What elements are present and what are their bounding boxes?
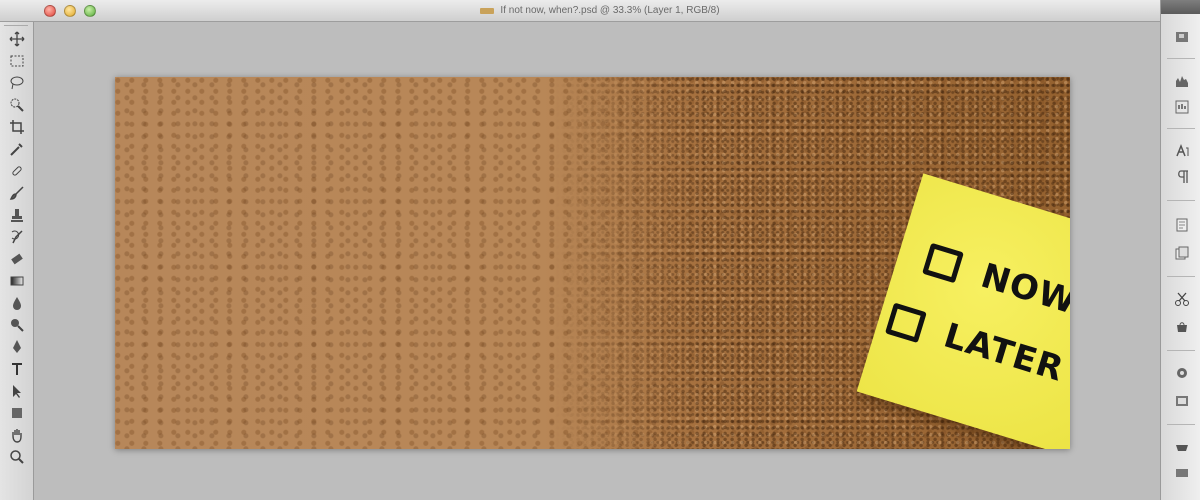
dock-separator [1167,424,1195,425]
document-title-group: If not now, when?.psd @ 33.3% (Layer 1, … [480,5,720,16]
histogram-panel-icon[interactable] [1173,72,1191,90]
clone-stamp-tool-icon[interactable] [7,206,27,224]
masks-panel-icon[interactable] [1173,438,1191,456]
dock-separator [1167,200,1195,201]
gradient-tool-icon[interactable] [7,272,27,290]
pen-tool-icon[interactable] [7,338,27,356]
move-tool-icon[interactable] [7,30,27,48]
tools-panel-grip[interactable] [4,22,28,26]
panel-dock-header[interactable] [1161,0,1200,14]
document-icon [480,7,495,14]
healing-brush-tool-icon[interactable] [7,162,27,180]
checkbox-drawing-icon [922,242,964,284]
document-title: If not now, when?.psd @ 33.3% (Layer 1, … [500,5,720,16]
dock-separator [1167,276,1195,277]
hand-tool-icon[interactable] [7,426,27,444]
history-brush-tool-icon[interactable] [7,228,27,246]
panel-dock [1160,0,1200,500]
document-canvas[interactable]: NOW LATER [115,77,1070,449]
dock-separator [1167,128,1195,129]
tools-presets-icon[interactable] [1173,290,1191,308]
type-tool-icon[interactable] [7,360,27,378]
channels-panel-icon[interactable] [1173,244,1191,262]
path-select-tool-icon[interactable] [7,382,27,400]
navigator-panel-icon[interactable] [1173,28,1191,46]
zoom-tool-icon[interactable] [7,448,27,466]
marquee-tool-icon[interactable] [7,52,27,70]
note-option-now: NOW [921,239,1070,323]
blur-tool-icon[interactable] [7,294,27,312]
character-panel-icon[interactable] [1173,142,1191,160]
note-option-later-label: LATER [939,315,1069,390]
quick-select-tool-icon[interactable] [7,96,27,114]
info-panel-icon[interactable] [1173,98,1191,116]
shape-tool-icon[interactable] [7,404,27,422]
paragraph-panel-icon[interactable] [1173,168,1191,186]
swatches-panel-icon[interactable] [1173,364,1191,382]
paths-panel-icon[interactable] [1173,464,1191,482]
layers-panel-icon[interactable] [1173,216,1191,234]
minimize-window-button[interactable] [64,5,76,17]
lasso-tool-icon[interactable] [7,74,27,92]
note-option-now-label: NOW [976,255,1070,323]
eyedropper-tool-icon[interactable] [7,140,27,158]
close-window-button[interactable] [44,5,56,17]
dodge-tool-icon[interactable] [7,316,27,334]
adjustments-panel-icon[interactable] [1173,392,1191,410]
zoom-window-button[interactable] [84,5,96,17]
title-bar: If not now, when?.psd @ 33.3% (Layer 1, … [0,0,1200,22]
crop-tool-icon[interactable] [7,118,27,136]
dock-separator [1167,58,1195,59]
checkbox-drawing-icon [884,302,927,344]
styles-panel-icon[interactable] [1173,318,1191,336]
dock-separator [1167,350,1195,351]
eraser-tool-icon[interactable] [7,250,27,268]
tools-panel [0,22,34,500]
brush-tool-icon[interactable] [7,184,27,202]
